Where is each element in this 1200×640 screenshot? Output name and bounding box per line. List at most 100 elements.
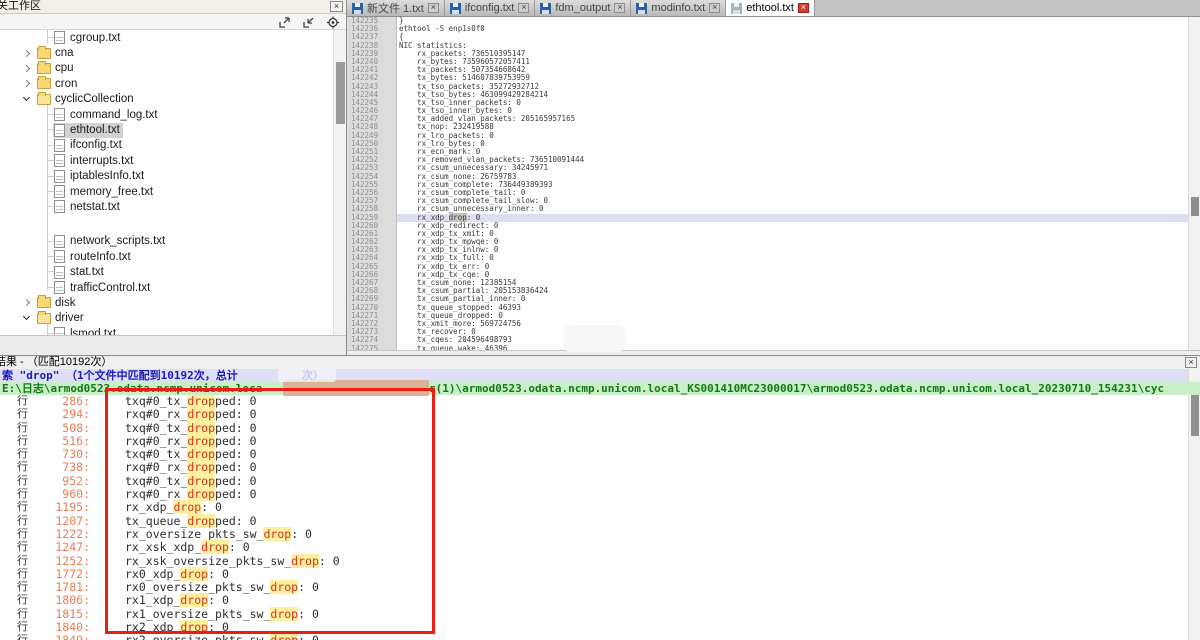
tree-item-cyclicCollection[interactable]: cyclicCollection xyxy=(0,92,333,107)
result-row[interactable]: 行1207:tx_queue_dropped: 0 xyxy=(0,515,1188,528)
result-line-number: 730: xyxy=(28,448,90,461)
result-row[interactable]: 行508:txq#0_tx_dropped: 0 xyxy=(0,422,1188,435)
folder-icon xyxy=(37,78,51,89)
tree-item-routeInfo.txt[interactable]: routeInfo.txt xyxy=(0,249,333,264)
tree-item-stat.txt[interactable]: stat.txt xyxy=(0,264,333,279)
editor-text-area[interactable]: 142235}142236ethtool -S enp1s0f0142237{1… xyxy=(347,17,1188,350)
tree-item-netstat.txt[interactable]: netstat.txt xyxy=(0,199,333,214)
row-label: 行 xyxy=(17,408,28,421)
file-icon xyxy=(54,266,65,279)
editor-scrollbar[interactable] xyxy=(1188,17,1200,350)
chevron-right-icon[interactable] xyxy=(23,80,30,87)
tree-item-driver[interactable]: driver xyxy=(0,311,333,326)
result-row[interactable]: 行1195:rx_xdp_drop: 0 xyxy=(0,501,1188,514)
file-icon xyxy=(54,200,65,213)
search-summary-line: 索 "drop" （1个文件中匹配到10192次，总计 次） xyxy=(0,369,1200,382)
tree-item-memory_free.txt[interactable]: memory_free.txt xyxy=(0,184,333,199)
tab-close-icon[interactable]: × xyxy=(798,3,809,13)
result-match-text: txq#0_tx_dropped: 0 xyxy=(125,395,257,408)
chevron-right-icon[interactable] xyxy=(23,50,30,57)
save-file-icon xyxy=(731,3,742,14)
result-row[interactable]: 行960:rxq#0_rx_dropped: 0 xyxy=(0,488,1188,501)
result-row[interactable]: 行1247:rx_xsk_xdp_drop: 0 xyxy=(0,541,1188,554)
result-row[interactable]: 行1849:rx2_oversize_pkts_sw_drop: 0 xyxy=(0,634,1188,640)
results-scrollbar[interactable] xyxy=(1188,369,1200,640)
tree-item-label: netstat.txt xyxy=(70,201,120,213)
tree-item-disk[interactable]: disk xyxy=(0,295,333,310)
tab-close-icon[interactable]: × xyxy=(614,3,625,13)
chevron-right-icon[interactable] xyxy=(23,65,30,72)
result-row[interactable]: 行286:txq#0_tx_dropped: 0 xyxy=(0,395,1188,408)
result-line-number: 952: xyxy=(28,475,90,488)
locate-icon[interactable] xyxy=(326,16,340,29)
folder-icon xyxy=(37,48,51,59)
workspace-close-icon[interactable]: × xyxy=(330,1,343,12)
tree-item-trafficControl.txt[interactable]: trafficControl.txt xyxy=(0,280,333,295)
result-row[interactable]: 行952:txq#0_tx_dropped: 0 xyxy=(0,475,1188,488)
tab-close-icon[interactable]: × xyxy=(709,3,720,13)
workspace-title: 关工作区 xyxy=(0,0,41,13)
tab-close-icon[interactable]: × xyxy=(518,3,529,13)
tree-item-command_log.txt[interactable]: command_log.txt xyxy=(0,107,333,122)
line-text: } xyxy=(397,17,1188,25)
expand-icon[interactable] xyxy=(278,16,292,29)
result-file-path-line[interactable]: E:\日志\armod0523.odata.ncmp.unicom.loca r… xyxy=(0,382,1200,395)
result-row[interactable]: 行1222:rx_oversize_pkts_sw_drop: 0 xyxy=(0,528,1188,541)
result-row[interactable]: 行1815:rx1_oversize_pkts_sw_drop: 0 xyxy=(0,608,1188,621)
tab-close-icon[interactable]: × xyxy=(428,3,439,13)
tree-item-iptablesInfo.txt[interactable]: iptablesInfo.txt xyxy=(0,169,333,184)
result-row[interactable]: 行1781:rx0_oversize_pkts_sw_drop: 0 xyxy=(0,581,1188,594)
result-row[interactable]: 行738:rxq#0_rx_dropped: 0 xyxy=(0,461,1188,474)
collapse-icon[interactable] xyxy=(302,16,316,29)
tree-scrollbar-thumb[interactable] xyxy=(336,62,345,124)
tab-fdm_output[interactable]: fdm_output× xyxy=(535,0,631,16)
tree-item-ethtool.txt[interactable]: ethtool.txt xyxy=(0,122,333,137)
tree-item-cron[interactable]: cron xyxy=(0,76,333,91)
results-close-icon[interactable]: × xyxy=(1185,357,1197,368)
result-line-number: 1840: xyxy=(28,621,90,634)
tree-scrollbar[interactable] xyxy=(333,30,346,335)
tree-item-cpu[interactable]: cpu xyxy=(0,61,333,76)
chevron-right-icon[interactable] xyxy=(23,299,30,306)
line-text: rx_lro_packets: 0 xyxy=(397,132,1188,140)
file-icon xyxy=(54,31,65,44)
tree-item-cgroup.txt[interactable]: cgroup.txt xyxy=(0,30,333,45)
tree-horizontal-scrollbar[interactable] xyxy=(0,335,346,355)
row-label: 行 xyxy=(17,515,28,528)
folder-icon xyxy=(37,63,51,74)
result-line-number: 1207: xyxy=(28,515,90,528)
file-icon xyxy=(54,108,65,121)
chevron-down-icon[interactable] xyxy=(23,94,30,101)
result-row[interactable]: 行1840:rx2_xdp_drop: 0 xyxy=(0,621,1188,634)
tree-item-label: iptablesInfo.txt xyxy=(70,170,144,182)
tab-ifconfig.txt[interactable]: ifconfig.txt× xyxy=(445,0,536,16)
result-row[interactable]: 行516:rxq#0_rx_dropped: 0 xyxy=(0,435,1188,448)
tab-ethtool.txt[interactable]: ethtool.txt× xyxy=(726,0,815,16)
result-row[interactable]: 行1772:rx0_xdp_drop: 0 xyxy=(0,568,1188,581)
tab--1.txt[interactable]: 新文件 1.txt× xyxy=(347,0,445,16)
result-line-number: 1247: xyxy=(28,541,90,554)
selected-tree-item: ethtool.txt xyxy=(53,123,123,138)
result-file-path-start: E:\日志\armod0523.odata.ncmp.unicom.loca xyxy=(2,382,262,395)
tree-item-cna[interactable]: cna xyxy=(0,45,333,60)
result-match-text: rx0_oversize_pkts_sw_drop: 0 xyxy=(125,581,319,594)
tab-modinfo.txt[interactable]: modinfo.txt× xyxy=(631,0,726,16)
result-row[interactable]: 行730:txq#0_tx_dropped: 0 xyxy=(0,448,1188,461)
result-row[interactable]: 行1252:rx_xsk_oversize_pkts_sw_drop: 0 xyxy=(0,555,1188,568)
match-highlight: drop xyxy=(187,407,215,421)
redaction-smudge xyxy=(283,380,429,396)
editor-scrollbar-thumb[interactable] xyxy=(1191,197,1199,216)
line-text: tx_recover: 0 xyxy=(397,328,1188,336)
chevron-down-icon[interactable] xyxy=(23,313,30,320)
tree-item-ifconfig.txt[interactable]: ifconfig.txt xyxy=(0,138,333,153)
match-highlight: drop xyxy=(187,395,215,408)
match-highlight: drop xyxy=(187,447,215,461)
result-row[interactable]: 行1806:rx1_xdp_drop: 0 xyxy=(0,594,1188,607)
result-row[interactable]: 行294:rxq#0_rx_dropped: 0 xyxy=(0,408,1188,421)
tree-item-interrupts.txt[interactable]: interrupts.txt xyxy=(0,153,333,168)
tree-item-lsmod.txt[interactable]: lsmod.txt xyxy=(0,326,333,335)
result-match-text: rx_xsk_xdp_drop: 0 xyxy=(125,541,250,554)
tree-item-network_scripts.txt[interactable]: network_scripts.txt xyxy=(0,234,333,249)
result-line-number: 738: xyxy=(28,461,90,474)
row-label: 行 xyxy=(17,448,28,461)
